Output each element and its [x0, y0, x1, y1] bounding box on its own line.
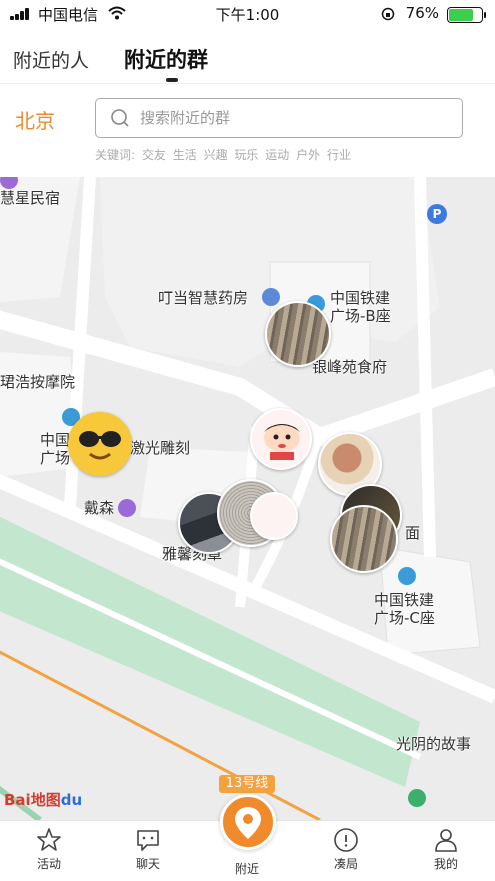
keyword-tag[interactable]: 玩乐	[234, 148, 258, 162]
keywords-label: 关键词:	[95, 148, 136, 162]
poi-yinfeng[interactable]: 银峰苑食府	[312, 358, 387, 376]
nav-activity-label: 活动	[36, 857, 61, 871]
poi-mian[interactable]: 面	[405, 524, 420, 542]
battery-percent: 76%	[405, 4, 439, 22]
poi-jiguang[interactable]: 激光雕刻	[130, 439, 190, 457]
nav-mine-label: 我的	[433, 857, 458, 871]
keyword-tag[interactable]: 户外	[296, 148, 320, 162]
group-avatar[interactable]	[250, 408, 312, 470]
search-row: 北京 关键词: 交友 生活 兴趣 玩乐 运动 户外 行业	[0, 85, 495, 177]
group-avatar[interactable]	[68, 412, 132, 476]
group-avatar[interactable]	[250, 492, 298, 540]
group-avatar[interactable]	[265, 301, 331, 367]
keyword-tag[interactable]: 生活	[173, 148, 197, 162]
poi-dingdang-pharmacy[interactable]: 叮当智慧药房	[158, 289, 248, 307]
user-icon	[435, 829, 457, 852]
location-pin-icon	[235, 807, 261, 839]
poi-daisen[interactable]: 戴森	[84, 499, 114, 517]
battery-icon	[447, 7, 486, 23]
chat-bubble-icon	[137, 830, 159, 851]
poi-huixing[interactable]: 慧星民宿	[0, 189, 60, 207]
keyword-tag[interactable]: 交友	[142, 148, 166, 162]
keyword-tag[interactable]: 行业	[327, 148, 351, 162]
search-box[interactable]	[95, 98, 463, 138]
top-tabs: 附近的人 附近的群	[0, 28, 495, 84]
nav-meetup-label: 凑局	[333, 857, 358, 871]
tab-indicator	[166, 78, 178, 82]
tab-nearby-groups[interactable]: 附近的群	[124, 44, 208, 74]
nav-chat-label: 聊天	[135, 857, 160, 871]
poi-jiehao[interactable]: 珺浩按摩院	[0, 373, 75, 391]
pharmacy-icon[interactable]	[262, 288, 280, 306]
cartoon-boy-icon	[264, 424, 300, 460]
group-avatar[interactable]	[330, 505, 398, 573]
keyword-list: 关键词: 交友 生活 兴趣 玩乐 运动 户外 行业	[95, 146, 354, 163]
park-icon[interactable]	[408, 789, 426, 807]
poi-tiejian-b[interactable]: 中国铁建 广场-B座	[330, 289, 391, 325]
shop-icon[interactable]	[118, 499, 136, 517]
keyword-tag[interactable]: 兴趣	[204, 148, 228, 162]
nav-chat[interactable]: 聊天	[118, 827, 178, 872]
nav-mine[interactable]: 我的	[416, 827, 476, 872]
rotation-lock-icon	[381, 7, 395, 21]
baidu-map-logo: Bai地图du	[4, 791, 83, 809]
search-icon	[111, 109, 129, 127]
metro-line-label: 13号线	[219, 775, 275, 793]
poi-guangyin[interactable]: 光阴的故事	[396, 735, 471, 753]
nav-meetup[interactable]: 凑局	[316, 827, 376, 872]
nav-activity[interactable]: 活动	[19, 827, 79, 872]
sunglasses-emoji-icon	[72, 416, 128, 472]
map-view[interactable]: P 慧星民宿 叮当智慧药房 中国铁建 广场-B座 银峰苑食府 珺浩按摩院 中国 …	[0, 177, 495, 820]
building-icon[interactable]	[398, 567, 416, 585]
nav-nearby-label: 附近	[234, 862, 259, 876]
star-icon	[37, 828, 61, 851]
nav-nearby-button[interactable]	[220, 794, 276, 850]
parking-icon[interactable]: P	[427, 204, 447, 224]
tab-nearby-people[interactable]: 附近的人	[13, 46, 89, 73]
city-selector[interactable]: 北京	[15, 105, 55, 134]
poi-tiejian-a[interactable]: 中国 广场	[40, 431, 70, 467]
keyword-tag[interactable]: 运动	[265, 148, 289, 162]
poi-tiejian-c[interactable]: 中国铁建 广场-C座	[374, 591, 435, 627]
status-bar: 中国电信 下午1:00 76%	[0, 0, 495, 28]
info-circle-icon	[334, 828, 358, 852]
search-input[interactable]	[140, 105, 440, 131]
